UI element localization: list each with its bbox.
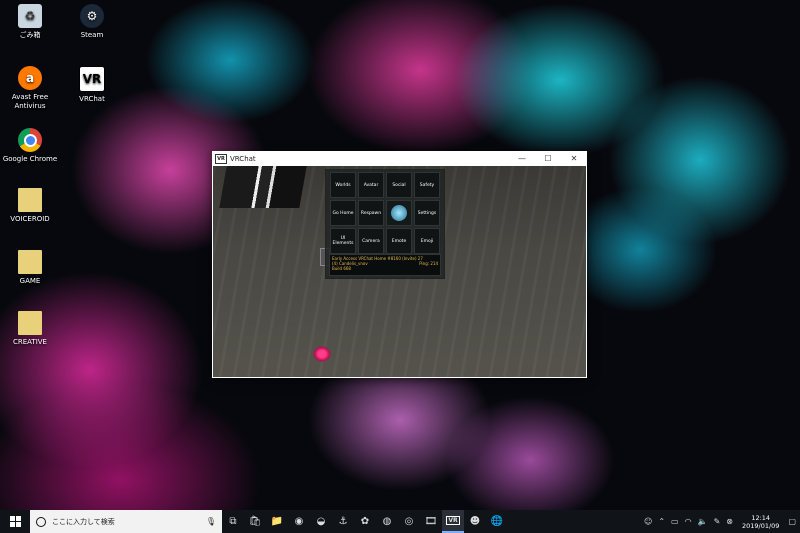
menu-avatar-button[interactable]: Avatar (358, 172, 384, 198)
desktop-icon-avast[interactable]: a Avast Free Antivirus (0, 66, 62, 111)
menu-settings-button[interactable]: Settings (414, 200, 440, 226)
maximize-button[interactable]: ☐ (535, 151, 561, 166)
taskbar-clock[interactable]: 12:14 2019/01/09 (736, 514, 785, 530)
minimize-button[interactable]: — (509, 151, 535, 166)
menu-worlds-button[interactable]: Worlds (330, 172, 356, 198)
app-icon-5[interactable]: ☻ (464, 510, 486, 533)
task-view-icon[interactable]: ⧉ (222, 510, 244, 533)
menu-go-home-button[interactable]: Go Home (330, 200, 356, 226)
desktop-icon-voiceroid[interactable]: VOICEROID (0, 188, 62, 224)
desktop-icon-creative[interactable]: CREATIVE (0, 311, 62, 347)
volume-icon[interactable]: 🔈 (695, 517, 711, 526)
status-build: Build 668 (332, 266, 351, 271)
wifi-icon[interactable]: ◠ (682, 517, 695, 526)
status-ping: Ping: 214 (419, 261, 438, 266)
app-icon-2[interactable]: ⚓ (332, 510, 354, 533)
search-placeholder: ここに入力して検索 (52, 517, 115, 526)
menu-mode-toggle[interactable] (386, 200, 412, 226)
vrchat-icon: VR (79, 66, 105, 92)
film-icon[interactable]: 🎞 (420, 510, 442, 533)
folder-icon (18, 311, 42, 335)
microphone-icon[interactable]: 🎙 (206, 517, 216, 526)
clock-time: 12:14 (751, 513, 771, 522)
avast-icon: a (18, 66, 42, 90)
desktop-icon-recycle-bin[interactable]: ♻ ごみ箱 (0, 4, 62, 40)
people-icon[interactable]: ☺ (641, 517, 655, 526)
taskbar: ここに入力して検索 🎙 ⧉ 🛍 📁 ◉ ◒ ⚓ ✿ ◍ ◎ 🎞 VR ☻ 🌐 ☺… (0, 510, 800, 533)
cortana-icon (36, 516, 46, 527)
mode-toggle-icon (391, 205, 407, 221)
store-icon[interactable]: 🛍 (244, 510, 266, 533)
file-explorer-icon[interactable]: 📁 (266, 510, 288, 533)
menu-emote-button[interactable]: Emote (386, 228, 412, 254)
network-icon[interactable]: ▭ (668, 517, 682, 526)
tools-icon[interactable]: ✎ (711, 517, 724, 526)
taskbar-search[interactable]: ここに入力して検索 🎙 (30, 510, 222, 533)
menu-social-button[interactable]: Social (386, 172, 412, 198)
chrome-icon (18, 128, 42, 152)
app-icon-4[interactable]: ◍ (376, 510, 398, 533)
no-sign-icon[interactable]: ⊗ (723, 517, 736, 526)
chrome-taskbar-icon[interactable]: ◉ (288, 510, 310, 533)
app-icon-6[interactable]: 🌐 (486, 510, 508, 533)
game-viewport[interactable]: Worlds Avatar Social Safety Go Home Resp… (213, 166, 586, 377)
menu-status-panel: Early Access VRChat Home #8160 (Invite) … (329, 254, 441, 276)
quick-menu[interactable]: Worlds Avatar Social Safety Go Home Resp… (325, 169, 445, 279)
desktop-icon-game[interactable]: GAME (0, 250, 62, 286)
menu-emoji-button[interactable]: Emoji (414, 228, 440, 254)
notifications-icon[interactable]: ▢ (785, 517, 800, 526)
desktop-icon-chrome[interactable]: Google Chrome (0, 128, 62, 164)
menu-respawn-button[interactable]: Respawn (358, 200, 384, 226)
windows-logo-icon (9, 516, 21, 527)
app-icon-1[interactable]: ◒ (310, 510, 332, 533)
app-icon-3[interactable]: ✿ (354, 510, 376, 533)
menu-ui-elements-button[interactable]: UI Elements (330, 228, 356, 254)
desktop-icon-vrchat[interactable]: VR VRChat (60, 66, 124, 104)
vrchat-window[interactable]: VR VRChat — ☐ ✕ Worlds Avatar Social Saf… (212, 151, 587, 378)
scene-pillar (219, 166, 307, 208)
steam-icon: ⚙ (80, 4, 104, 28)
start-button[interactable] (0, 510, 30, 533)
vrchat-app-icon: VR (215, 153, 227, 164)
avatar-marker-icon (313, 346, 331, 362)
recycle-bin-icon: ♻ (18, 4, 42, 28)
obs-icon[interactable]: ◎ (398, 510, 420, 533)
window-title: VRChat (230, 154, 256, 163)
folder-icon (18, 250, 42, 274)
vrchat-taskbar-icon[interactable]: VR (442, 510, 464, 533)
menu-safety-button[interactable]: Safety (414, 172, 440, 198)
menu-camera-button[interactable]: Camera (358, 228, 384, 254)
folder-icon (18, 188, 42, 212)
system-tray: ☺ ⌃ ▭ ◠ 🔈 ✎ ⊗ 12:14 2019/01/09 ▢ (641, 510, 800, 533)
desktop-icon-steam[interactable]: ⚙ Steam (60, 4, 124, 40)
clock-date: 2019/01/09 (741, 521, 780, 530)
chevron-up-icon[interactable]: ⌃ (655, 517, 668, 526)
close-button[interactable]: ✕ (561, 151, 587, 166)
